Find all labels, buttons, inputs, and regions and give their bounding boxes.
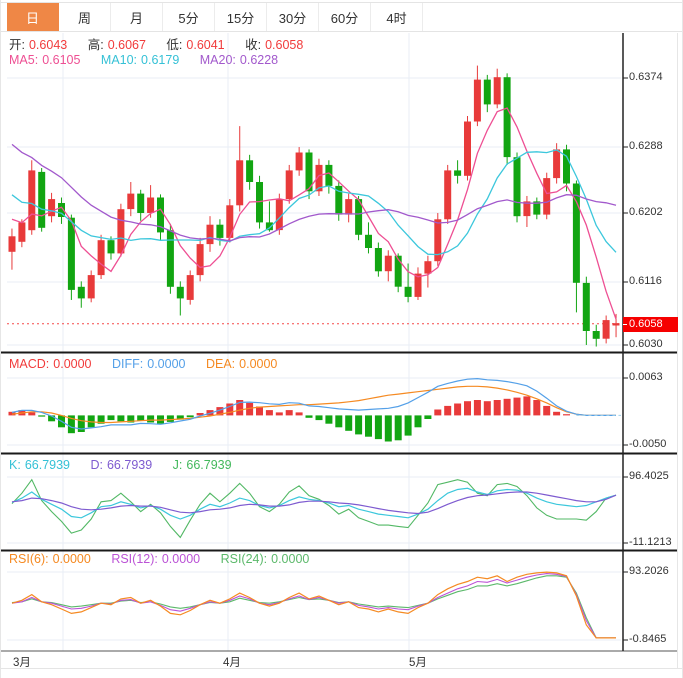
y-axis-label: 0.6202 [629,206,663,218]
ma-legend: MA5: 0.6105 MA10: 0.6179 MA20: 0.6228 [9,53,282,67]
ma5-value: 0.6105 [42,53,80,67]
d-label: D: [90,458,103,472]
y-axis-label: 96.4025 [629,470,669,482]
dea-value: 0.0000 [239,357,277,371]
x-axis-label-may: 5月 [409,654,427,670]
tab-15min[interactable]: 15分 [215,3,267,31]
y-axis-label: 0.6030 [629,338,663,350]
k-value: 66.7939 [25,458,70,472]
y-axis-label: 0.6288 [629,140,663,152]
y-axis-label: 0.6374 [629,71,663,83]
rsi12-value: 0.0000 [162,552,200,566]
y-axis-label: 0.0063 [629,371,663,383]
tab-day[interactable]: 日 [7,3,59,31]
diff-label: DIFF: [112,357,143,371]
ohlc-legend: 开: 0.6043 高: 0.6067 低: 0.6041 收: 0.6058 [9,38,307,52]
rsi-legend: RSI(6):0.0000 RSI(12):0.0000 RSI(24):0.0… [9,552,313,566]
ma5-label: MA5: [9,53,38,67]
tab-60min[interactable]: 60分 [319,3,371,31]
j-value: 66.7939 [186,458,231,472]
ma10-label: MA10: [101,53,137,67]
d-value: 66.7939 [107,458,152,472]
low-label: 低: [166,38,182,52]
tab-4hour[interactable]: 4时 [371,3,423,31]
macd-legend: MACD: 0.0000 DIFF: 0.0000 DEA: 0.0000 [9,357,281,371]
open-label: 开: [9,38,25,52]
high-label: 高: [88,38,104,52]
rsi6-value: 0.0000 [53,552,91,566]
close-value: 0.6058 [265,38,303,52]
y-axis-label: -0.8465 [629,633,666,645]
chart-canvas[interactable] [1,0,683,678]
macd-label: MACD: [9,357,49,371]
ma20-label: MA20: [200,53,236,67]
rsi24-value: 0.0000 [271,552,309,566]
ma20-value: 0.6228 [240,53,278,67]
last-price-badge: 0.6058 [623,317,678,332]
tab-week[interactable]: 周 [59,3,111,31]
tab-month[interactable]: 月 [111,3,163,31]
x-axis-label-april: 4月 [223,654,241,670]
kdj-legend: K:66.7939 D:66.7939 J:66.7939 [9,458,236,472]
axis-tick-mark [623,324,627,325]
dea-label: DEA: [206,357,235,371]
last-price-value: 0.6058 [629,318,663,330]
high-value: 0.6067 [108,38,146,52]
low-value: 0.6041 [186,38,224,52]
k-label: K: [9,458,21,472]
rsi6-label: RSI(6): [9,552,49,566]
rsi12-label: RSI(12): [111,552,158,566]
macd-value: 0.0000 [53,357,91,371]
rsi24-label: RSI(24): [221,552,268,566]
ma10-value: 0.6179 [141,53,179,67]
tab-30min[interactable]: 30分 [267,3,319,31]
close-label: 收: [245,38,261,52]
open-value: 0.6043 [29,38,67,52]
tab-5min[interactable]: 5分 [163,3,215,31]
timeframe-tabbar: 日 周 月 5分 15分 30分 60分 4时 [1,2,683,32]
j-label: J: [173,458,183,472]
y-axis-label: -11.1213 [629,536,672,548]
y-axis-label: 0.6116 [629,275,662,287]
chart-widget: 日 周 月 5分 15分 30分 60分 4时 开: 0.6043 高: 0.606… [0,0,683,678]
x-axis-label-march: 3月 [13,654,31,670]
y-axis-label: -0.0050 [629,438,666,450]
y-axis-label: 93.2026 [629,565,669,577]
diff-value: 0.0000 [147,357,185,371]
